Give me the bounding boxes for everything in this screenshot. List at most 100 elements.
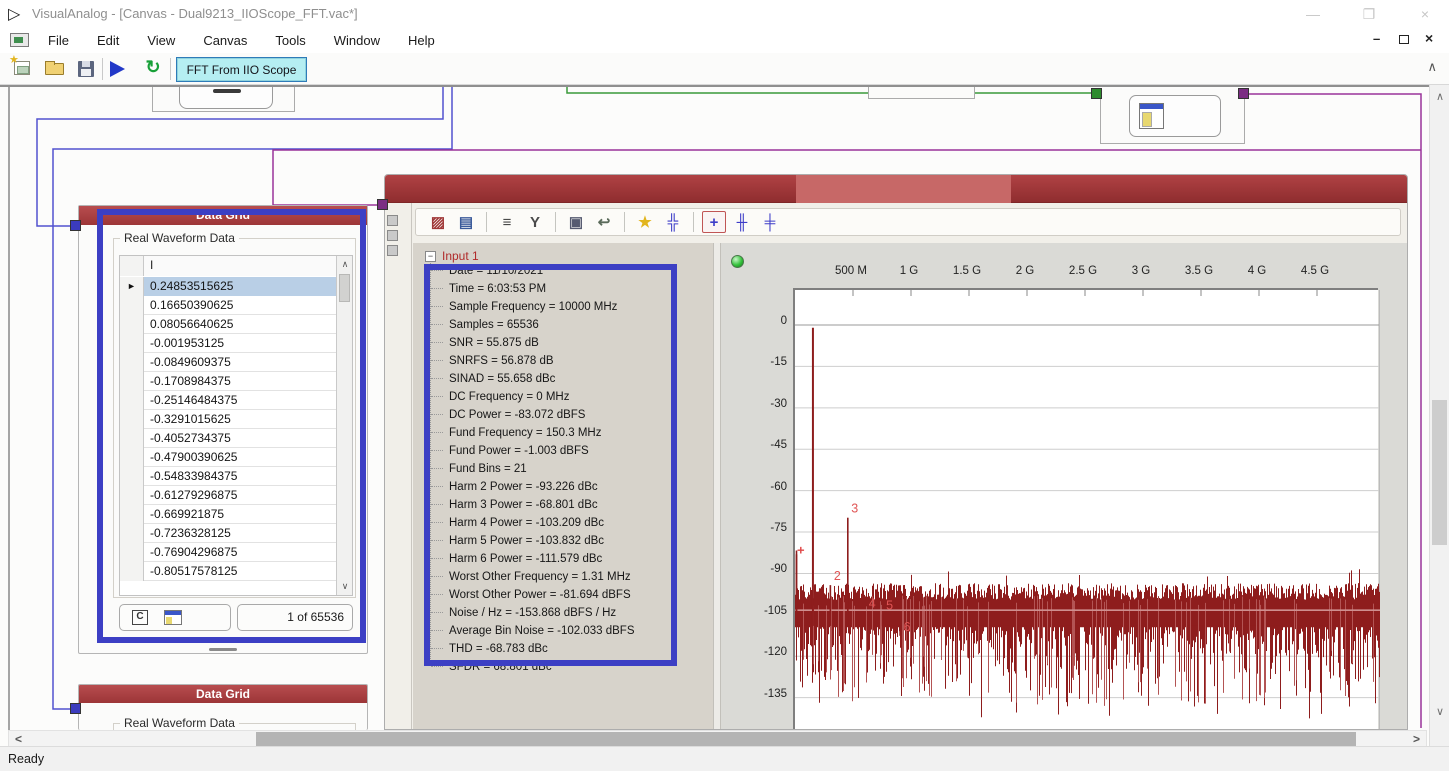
fft-stat-item[interactable]: Average Bin Noise = -102.033 dBFS: [431, 621, 635, 639]
table-cell[interactable]: 0.16650390625: [144, 296, 337, 315]
fft-stat-item[interactable]: SINAD = 55.658 dBc: [431, 369, 635, 387]
run-icon[interactable]: [110, 61, 125, 77]
table-cell[interactable]: 0.24853515625: [144, 277, 337, 296]
scrollbar-thumb[interactable]: [1432, 400, 1447, 545]
zoom-x-icon[interactable]: ╫: [730, 211, 754, 233]
table-row[interactable]: ►0.24853515625: [120, 277, 337, 296]
graph-block[interactable]: ▨▤≡Y▣↩★╬+╫╪ − Input 1 Date = 11/10/2021 …: [384, 174, 1408, 730]
signal-select-icon[interactable]: Y: [523, 211, 547, 233]
table-row[interactable]: -0.669921875: [120, 505, 337, 524]
fft-from-iio-scope-button[interactable]: FFT From IIO Scope: [176, 57, 307, 82]
fft-stat-item[interactable]: DC Power = -83.072 dBFS: [431, 405, 635, 423]
save-data-icon[interactable]: ▣: [564, 211, 588, 233]
scroll-right-icon[interactable]: >: [1413, 732, 1420, 746]
fft-plot[interactable]: +23456: [793, 288, 1378, 730]
fft-stat-item[interactable]: Harm 5 Power = -103.832 dBc: [431, 531, 635, 549]
table-row[interactable]: 0.08056640625: [120, 315, 337, 334]
table-row[interactable]: -0.54833984375: [120, 467, 337, 486]
table-row[interactable]: -0.7236328125: [120, 524, 337, 543]
row-header-cell[interactable]: [120, 334, 144, 353]
data-list-icon[interactable]: ≡: [495, 211, 519, 233]
row-header-cell[interactable]: [120, 467, 144, 486]
row-header-cell[interactable]: [120, 410, 144, 429]
fft-stat-item[interactable]: Harm 2 Power = -93.226 dBc: [431, 477, 635, 495]
fft-stat-item[interactable]: Fund Frequency = 150.3 MHz: [431, 423, 635, 441]
fft-stats-panel[interactable]: − Input 1 Date = 11/10/2021 Time = 6:03:…: [413, 243, 713, 730]
grid-view-icon[interactable]: [164, 610, 182, 625]
output-connector[interactable]: [1238, 88, 1249, 99]
table-cell[interactable]: -0.7236328125: [144, 524, 337, 543]
panel-splitter[interactable]: [713, 243, 721, 730]
menu-item[interactable]: File: [34, 33, 83, 48]
close-button[interactable]: ×: [1408, 4, 1442, 24]
graph-connector[interactable]: [387, 230, 398, 241]
fft-stat-item[interactable]: Harm 4 Power = -103.209 dBc: [431, 513, 635, 531]
zoom-y-icon[interactable]: ╪: [758, 211, 782, 233]
copy-plot-icon[interactable]: ↩: [592, 211, 616, 233]
fft-stat-item[interactable]: Fund Bins = 21: [431, 459, 635, 477]
fft-stat-item[interactable]: THD = -68.783 dBc: [431, 639, 635, 657]
fft-stat-item[interactable]: SNRFS = 56.878 dB: [431, 351, 635, 369]
table-row[interactable]: -0.61279296875: [120, 486, 337, 505]
fft-stat-item[interactable]: Worst Other Power = -81.694 dBFS: [431, 585, 635, 603]
open-canvas-icon[interactable]: [44, 59, 66, 79]
menu-item[interactable]: View: [133, 33, 189, 48]
row-header-cell[interactable]: [120, 562, 144, 581]
cutoff-block-top-left[interactable]: [152, 87, 295, 112]
row-header-cell[interactable]: [120, 524, 144, 543]
resize-handle[interactable]: [209, 648, 237, 651]
graph-input-connector[interactable]: [377, 199, 388, 210]
copy-button[interactable]: C: [132, 610, 148, 625]
save-canvas-icon[interactable]: [76, 59, 98, 79]
fft-stat-item[interactable]: Time = 6:03:53 PM: [431, 279, 635, 297]
table-cell[interactable]: -0.1708984375: [144, 372, 337, 391]
scroll-down-icon[interactable]: ∨: [1430, 705, 1449, 718]
menu-item[interactable]: Tools: [261, 33, 319, 48]
table-row[interactable]: -0.001953125: [120, 334, 337, 353]
export-image-icon[interactable]: ▤: [454, 211, 478, 233]
new-canvas-icon[interactable]: ★: [12, 59, 34, 79]
row-header-cell[interactable]: [120, 296, 144, 315]
table-row[interactable]: -0.25146484375: [120, 391, 337, 410]
table-cell[interactable]: -0.47900390625: [144, 448, 337, 467]
scroll-left-icon[interactable]: <: [15, 732, 22, 746]
table-row[interactable]: -0.47900390625: [120, 448, 337, 467]
row-header-cell[interactable]: [120, 315, 144, 334]
marker-toggle-icon[interactable]: ★: [633, 211, 657, 233]
fft-stat-item[interactable]: Samples = 65536: [431, 315, 635, 333]
minimize-button[interactable]: —: [1296, 4, 1330, 24]
table-cell[interactable]: -0.61279296875: [144, 486, 337, 505]
fft-stat-item[interactable]: Harm 3 Power = -68.801 dBc: [431, 495, 635, 513]
row-header-cell[interactable]: [120, 448, 144, 467]
fft-stat-item[interactable]: Fund Power = -1.003 dBFS: [431, 441, 635, 459]
scrollbar-thumb[interactable]: [256, 732, 1356, 746]
cutoff-block-top-middle[interactable]: [868, 87, 975, 99]
table-cell[interactable]: -0.76904296875: [144, 543, 337, 562]
input-connector[interactable]: [1091, 88, 1102, 99]
fft-stat-item[interactable]: SNR = 55.875 dB: [431, 333, 635, 351]
fft-stat-item[interactable]: Date = 11/10/2021: [431, 261, 635, 279]
table-row[interactable]: -0.80517578125: [120, 562, 337, 581]
block-title-bar[interactable]: Data Grid: [79, 206, 367, 225]
fft-stat-item[interactable]: Worst Other Frequency = 1.31 MHz: [431, 567, 635, 585]
mdi-minimize-button[interactable]: –: [1373, 31, 1380, 46]
canvas-vertical-scrollbar[interactable]: ∧ ∨: [1429, 85, 1449, 746]
table-row[interactable]: -0.1708984375: [120, 372, 337, 391]
fft-stat-item[interactable]: Harm 6 Power = -111.579 dBc: [431, 549, 635, 567]
menu-item[interactable]: Help: [394, 33, 449, 48]
data-grid-block-1[interactable]: Data Grid Real Waveform Data I ►0.248535…: [78, 205, 368, 654]
menu-item[interactable]: Edit: [83, 33, 133, 48]
menu-item[interactable]: Window: [320, 33, 394, 48]
fft-stat-item[interactable]: Sample Frequency = 10000 MHz: [431, 297, 635, 315]
canvas-document-icon[interactable]: [10, 33, 29, 47]
graph-connector[interactable]: [387, 215, 398, 226]
waveform-table[interactable]: I ►0.248535156250.166503906250.080566406…: [119, 255, 353, 596]
title-bar[interactable]: ▷ VisualAnalog - [Canvas - Dual9213_IIOS…: [0, 0, 1449, 27]
table-cell[interactable]: -0.669921875: [144, 505, 337, 524]
graph-title-bar[interactable]: [385, 175, 1407, 203]
toolbar-collapse-icon[interactable]: ∧: [1427, 59, 1437, 75]
scroll-up-icon[interactable]: ∧: [1430, 90, 1449, 103]
table-cell[interactable]: -0.54833984375: [144, 467, 337, 486]
scroll-up-icon[interactable]: ∧: [337, 259, 353, 270]
table-cell[interactable]: -0.3291015625: [144, 410, 337, 429]
